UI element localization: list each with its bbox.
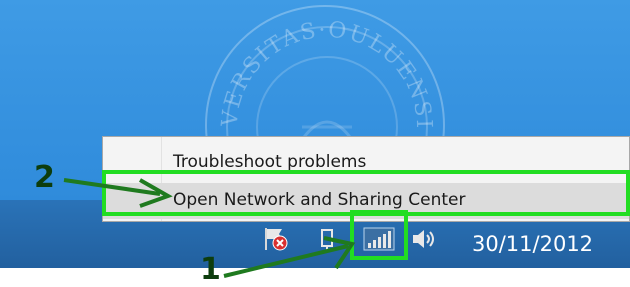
step-number-1: 1 (200, 252, 221, 287)
svg-text:VERSITAS·OULUENSIS: VERSITAS·OULUENSIS (207, 7, 436, 130)
arrow-to-menu-item-icon (63, 178, 173, 208)
arrow-to-network-icon (223, 236, 356, 278)
speaker-icon[interactable] (410, 226, 438, 252)
step-number-2: 2 (34, 160, 55, 195)
taskbar-clock-date[interactable]: 30/11/2012 (472, 232, 593, 256)
menu-item-label: Troubleshoot problems (173, 152, 367, 172)
